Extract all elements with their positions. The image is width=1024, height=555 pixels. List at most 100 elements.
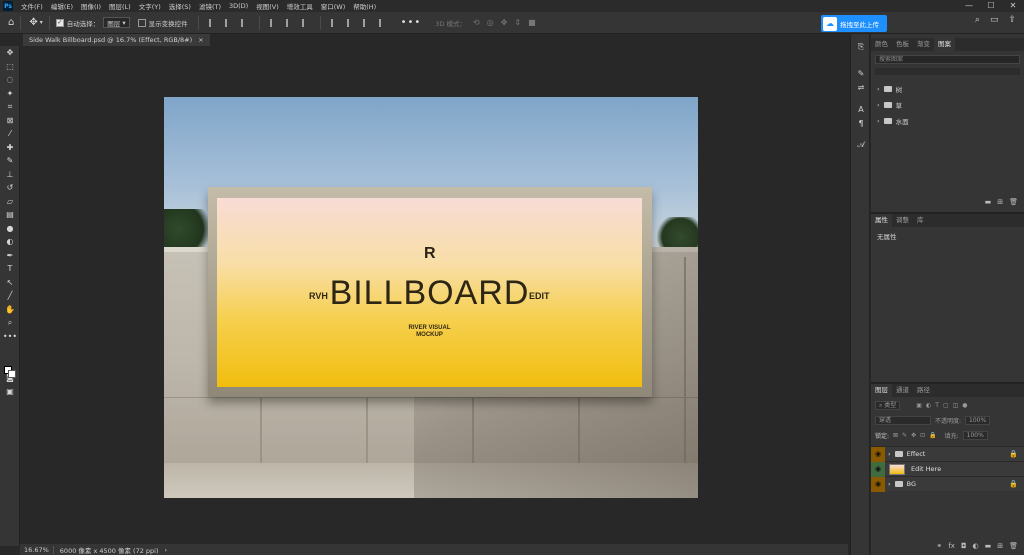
- pattern-group[interactable]: › 草: [871, 97, 1024, 113]
- healing-brush-tool-icon[interactable]: ✚: [0, 141, 20, 155]
- eraser-tool-icon[interactable]: ▱: [0, 195, 20, 209]
- tab-patterns[interactable]: 图案: [934, 38, 955, 51]
- type-tool-icon[interactable]: T: [0, 262, 20, 276]
- layer-style-icon[interactable]: fx: [948, 542, 955, 550]
- menu-select[interactable]: 选择(S): [165, 1, 195, 11]
- tab-swatches[interactable]: 色板: [892, 38, 913, 51]
- auto-select-checkbox[interactable]: ✓: [55, 18, 64, 27]
- crop-tool-icon[interactable]: ⌗: [0, 100, 20, 114]
- chevron-down-icon[interactable]: ▾: [40, 19, 43, 26]
- menu-3d[interactable]: 3D(D): [225, 2, 252, 10]
- lock-pixels-icon[interactable]: ✎: [902, 432, 907, 439]
- brush-settings-icon[interactable]: ✎: [851, 66, 871, 80]
- zoom-level[interactable]: 16.67%: [20, 545, 54, 554]
- distribute-center-icon[interactable]: [346, 18, 355, 27]
- menu-plugins[interactable]: 增效工具: [283, 1, 317, 11]
- opacity-input[interactable]: 100%: [965, 416, 991, 425]
- close-window-button[interactable]: ✕: [1002, 0, 1024, 12]
- distribute-right-icon[interactable]: [362, 18, 371, 27]
- new-group-icon[interactable]: ▬: [985, 198, 992, 206]
- maximize-button[interactable]: ☐: [980, 0, 1002, 12]
- scale-3d-icon[interactable]: ■: [528, 18, 536, 27]
- screen-mode-icon[interactable]: ▣: [0, 385, 20, 399]
- background-color-swatch[interactable]: [8, 370, 16, 378]
- edit-toolbar-icon[interactable]: •••: [0, 330, 20, 344]
- tab-properties[interactable]: 属性: [871, 214, 892, 227]
- tab-gradients[interactable]: 渐变: [913, 38, 934, 51]
- lock-all-icon[interactable]: 🔒: [929, 432, 936, 439]
- gradient-tool-icon[interactable]: ▤: [0, 208, 20, 222]
- chevron-right-icon[interactable]: ›: [165, 546, 168, 554]
- pan-3d-icon[interactable]: ✥: [501, 18, 508, 27]
- menu-layer[interactable]: 图层(L): [105, 1, 135, 11]
- menu-view[interactable]: 视图(V): [252, 1, 283, 11]
- align-middle-icon[interactable]: [285, 18, 294, 27]
- document-tab[interactable]: Side Walk Billboard.psd @ 16.7% (Effect,…: [23, 34, 210, 46]
- align-top-icon[interactable]: [269, 18, 278, 27]
- chevron-right-icon[interactable]: ›: [877, 117, 880, 125]
- eyedropper-tool-icon[interactable]: ⁄: [0, 127, 20, 141]
- layer-row[interactable]: ◉ Edit Here: [871, 461, 1024, 477]
- layer-filter-dropdown[interactable]: ⌕ 类型: [875, 401, 901, 410]
- show-transform-checkbox[interactable]: [137, 18, 146, 27]
- align-right-icon[interactable]: [240, 18, 249, 27]
- delete-icon[interactable]: 🗑: [1009, 198, 1018, 206]
- dodge-tool-icon[interactable]: ◐: [0, 235, 20, 249]
- chevron-right-icon[interactable]: ›: [888, 450, 891, 458]
- chevron-right-icon[interactable]: ›: [877, 101, 880, 109]
- paragraph-panel-icon[interactable]: ¶: [851, 116, 871, 130]
- pattern-search-input[interactable]: 搜索图案: [875, 55, 1020, 64]
- close-tab-icon[interactable]: ×: [198, 36, 203, 44]
- chevron-right-icon[interactable]: ›: [888, 480, 891, 488]
- fill-input[interactable]: 100%: [962, 431, 988, 440]
- stamp-tool-icon[interactable]: ⊥: [0, 168, 20, 182]
- history-brush-tool-icon[interactable]: ↺: [0, 181, 20, 195]
- hand-tool-icon[interactable]: ✋: [0, 303, 20, 317]
- slide-3d-icon[interactable]: ⇕: [514, 18, 521, 27]
- brush-tool-icon[interactable]: ✎: [0, 154, 20, 168]
- workspace-icon[interactable]: ▭: [990, 15, 999, 25]
- move-tool-icon[interactable]: ✥: [29, 17, 37, 28]
- add-mask-icon[interactable]: ◘: [961, 542, 967, 550]
- filter-toggle-icon[interactable]: ●: [962, 402, 967, 409]
- zoom-tool-icon[interactable]: ⌕: [0, 316, 20, 330]
- blend-mode-dropdown[interactable]: 穿透: [875, 416, 931, 425]
- orbit-3d-icon[interactable]: ⟲: [473, 18, 480, 27]
- delete-icon[interactable]: 🗑: [1009, 542, 1018, 550]
- filter-shape-icon[interactable]: ▢: [943, 402, 949, 409]
- menu-edit[interactable]: 编辑(E): [47, 1, 77, 11]
- lock-artboard-icon[interactable]: ⊡: [920, 432, 925, 439]
- document-canvas[interactable]: R RVH BILLBOARD EDIT RIVER VISUAL MOCKUP: [164, 97, 698, 498]
- adjustments-icon[interactable]: ⇌: [851, 80, 871, 94]
- menu-type[interactable]: 文字(Y): [135, 1, 165, 11]
- eye-icon[interactable]: ◉: [871, 476, 885, 492]
- more-options-icon[interactable]: •••: [401, 17, 422, 28]
- align-bottom-icon[interactable]: [301, 18, 310, 27]
- distribute-top-icon[interactable]: [378, 18, 387, 27]
- link-layers-icon[interactable]: ⚭: [936, 542, 942, 550]
- new-pattern-icon[interactable]: ⊞: [997, 198, 1003, 206]
- tab-libraries[interactable]: 库: [913, 214, 928, 227]
- tab-layers[interactable]: 图层: [871, 384, 892, 397]
- tab-channels[interactable]: 通道: [892, 384, 913, 397]
- character-panel-icon[interactable]: A: [851, 102, 871, 116]
- filter-type-icon[interactable]: T: [935, 402, 939, 409]
- blur-tool-icon[interactable]: ●: [0, 222, 20, 236]
- lasso-tool-icon[interactable]: ◌: [0, 73, 20, 87]
- chevron-right-icon[interactable]: ›: [877, 85, 880, 93]
- move-tool-icon[interactable]: ✥: [0, 46, 20, 60]
- new-group-icon[interactable]: ▬: [985, 542, 992, 550]
- menu-file[interactable]: 文件(F): [17, 1, 47, 11]
- lock-position-icon[interactable]: ✥: [911, 432, 916, 439]
- path-selection-tool-icon[interactable]: ↖: [0, 276, 20, 290]
- filter-pixel-icon[interactable]: ▣: [916, 402, 922, 409]
- layer-row[interactable]: ◉ › BG 🔒: [871, 476, 1024, 492]
- pattern-group[interactable]: › 树: [871, 81, 1024, 97]
- share-icon[interactable]: ⇪: [1008, 15, 1016, 25]
- menu-filter[interactable]: 滤镜(T): [195, 1, 225, 11]
- tab-paths[interactable]: 路径: [913, 384, 934, 397]
- eye-icon[interactable]: ◉: [871, 446, 885, 462]
- adjustment-layer-icon[interactable]: ◐: [973, 542, 979, 550]
- glyphs-panel-icon[interactable]: 𝒜: [851, 138, 871, 152]
- canvas-workspace[interactable]: R RVH BILLBOARD EDIT RIVER VISUAL MOCKUP: [20, 46, 848, 544]
